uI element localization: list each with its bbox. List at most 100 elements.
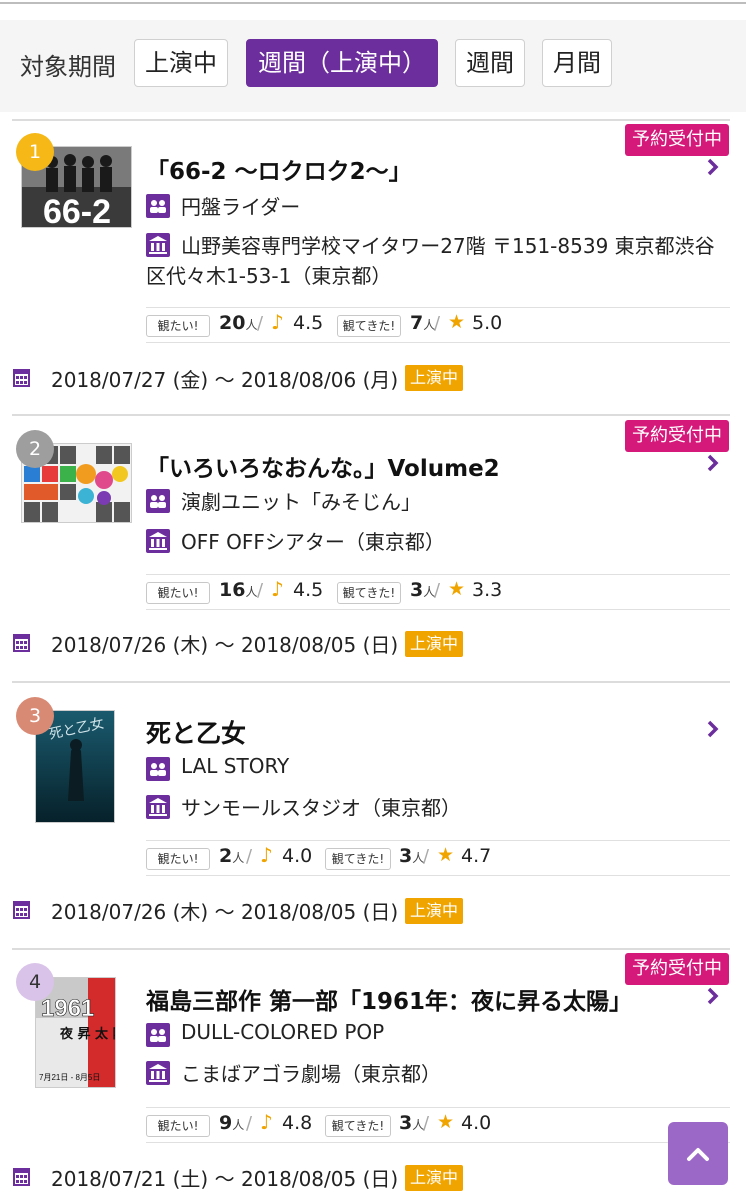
filter-label: 対象期間 xyxy=(20,53,116,81)
rating-stats: 観たい! 16人 / ♪ 4.5 観てきた! 3人 / ★ 3.3 xyxy=(146,574,730,610)
date-row: 2018/07/26 (木) 〜 2018/08/05 (日) 上演中 xyxy=(0,895,746,925)
seen-score: 4.7 xyxy=(461,845,492,867)
date-row: 2018/07/26 (木) 〜 2018/08/05 (日) 上演中 xyxy=(0,628,746,658)
seen-score: 3.3 xyxy=(472,579,503,601)
venue-name[interactable]: OFF OFFシアター（東京都） xyxy=(181,526,445,555)
reservation-badge: 予約受付中 xyxy=(625,953,729,985)
chevron-right-icon[interactable] xyxy=(703,155,723,179)
thumbnail-text: 66-2 xyxy=(43,193,111,228)
rank-badge-2: 2 xyxy=(16,430,54,468)
want-score: 4.8 xyxy=(282,1112,313,1134)
music-note-icon: ♪ xyxy=(271,577,284,601)
seen-count: 3人 xyxy=(399,845,425,867)
chevron-right-icon[interactable] xyxy=(703,717,723,741)
music-note-icon: ♪ xyxy=(260,1110,273,1134)
theater-icon xyxy=(146,795,170,819)
date-row: 2018/07/27 (金) 〜 2018/08/06 (月) 上演中 xyxy=(0,363,746,393)
seen-it-tag[interactable]: 観てきた! xyxy=(337,315,401,337)
run-dates: 2018/07/26 (木) 〜 2018/08/05 (日) xyxy=(51,900,399,924)
event-divider xyxy=(12,681,730,683)
star-icon: ★ xyxy=(448,311,466,333)
event-divider xyxy=(12,414,730,416)
status-badge: 上演中 xyxy=(405,631,463,657)
seen-count: 3人 xyxy=(410,579,436,601)
chevron-right-icon[interactable] xyxy=(703,451,723,475)
group-icon xyxy=(146,489,170,513)
star-icon: ★ xyxy=(437,844,455,866)
filter-option-monthly[interactable]: 月間 xyxy=(542,39,612,87)
star-icon: ★ xyxy=(448,578,466,600)
company-name[interactable]: LAL STORY xyxy=(181,754,289,778)
company-name[interactable]: 演劇ユニット「みそじん」 xyxy=(181,486,421,515)
want-to-see-tag[interactable]: 観たい! xyxy=(146,848,210,870)
event-title[interactable]: 「66-2 〜ロクロク2〜」 xyxy=(146,152,412,186)
want-to-see-tag[interactable]: 観たい! xyxy=(146,315,210,337)
venue-name-continued[interactable]: 区代々木1-53-1（東京都） xyxy=(146,260,391,289)
seen-it-tag[interactable]: 観てきた! xyxy=(325,848,391,870)
filter-option-weekly-now-showing[interactable]: 週間（上演中） xyxy=(246,39,438,87)
want-count: 2人 xyxy=(219,845,245,867)
venue-name[interactable]: サンモールスタジオ（東京都） xyxy=(181,792,461,821)
calendar-icon xyxy=(13,1168,30,1186)
rating-stats: 観たい! 9人 / ♪ 4.8 観てきた! 3人 / ★ 4.0 xyxy=(146,1107,730,1143)
venue-name[interactable]: 山野美容専門学校マイタワー27階 〒151-8539 東京都渋谷 xyxy=(181,230,715,259)
want-to-see-tag[interactable]: 観たい! xyxy=(146,582,210,604)
run-dates: 2018/07/21 (土) 〜 2018/08/05 (日) xyxy=(51,1167,399,1191)
calendar-icon xyxy=(13,634,30,652)
run-dates: 2018/07/26 (木) 〜 2018/08/05 (日) xyxy=(51,633,399,657)
event-title[interactable]: 「いろいろなおんな。」Volume2 xyxy=(146,449,500,483)
want-score: 4.5 xyxy=(293,579,324,601)
status-badge: 上演中 xyxy=(405,365,463,391)
filter-option-now-showing[interactable]: 上演中 xyxy=(134,39,228,87)
status-badge: 上演中 xyxy=(405,1165,463,1191)
music-note-icon: ♪ xyxy=(271,310,284,334)
rank-badge-3: 3 xyxy=(16,697,54,735)
seen-it-tag[interactable]: 観てきた! xyxy=(337,582,401,604)
status-badge: 上演中 xyxy=(405,898,463,924)
theater-icon xyxy=(146,529,170,553)
rank-badge-4: 4 xyxy=(16,963,54,1001)
company-name[interactable]: DULL-COLORED POP xyxy=(181,1020,384,1044)
reservation-badge: 予約受付中 xyxy=(625,124,729,156)
top-divider xyxy=(0,0,746,4)
calendar-icon xyxy=(13,369,30,387)
venue-name[interactable]: こまばアゴラ劇場（東京都） xyxy=(181,1058,441,1087)
chevron-right-icon[interactable] xyxy=(703,984,723,1008)
star-icon: ★ xyxy=(437,1111,455,1133)
event-divider xyxy=(12,119,730,121)
thumbnail-text-3: 7月21日 - 8月5日 xyxy=(39,1073,100,1082)
calendar-icon xyxy=(13,901,30,919)
date-row: 2018/07/21 (土) 〜 2018/08/05 (日) 上演中 xyxy=(0,1162,746,1192)
rank-badge-1: 1 xyxy=(16,133,54,171)
seen-score: 5.0 xyxy=(472,312,503,334)
thumbnail-text: 1961 xyxy=(41,995,94,1022)
chevron-up-icon xyxy=(687,1148,709,1161)
music-note-icon: ♪ xyxy=(260,843,273,867)
company-name[interactable]: 円盤ライダー xyxy=(181,191,300,220)
want-score: 4.0 xyxy=(282,845,313,867)
group-icon xyxy=(146,757,170,781)
event-title[interactable]: 死と乙女 xyxy=(146,714,246,750)
rating-stats: 観たい! 2人 / ♪ 4.0 観てきた! 3人 / ★ 4.7 xyxy=(146,840,730,876)
reservation-badge: 予約受付中 xyxy=(625,420,729,452)
rating-stats: 観たい! 20人 / ♪ 4.5 観てきた! 7人 / ★ 5.0 xyxy=(146,307,730,343)
filter-option-weekly[interactable]: 週間 xyxy=(455,39,525,87)
want-count: 20人 xyxy=(219,312,258,334)
seen-it-tag[interactable]: 観てきた! xyxy=(325,1115,391,1137)
period-filter-bar: 対象期間 上演中 週間（上演中） 週間 月間 xyxy=(0,20,746,112)
back-to-top-button[interactable] xyxy=(668,1122,728,1185)
want-to-see-tag[interactable]: 観たい! xyxy=(146,1115,210,1137)
run-dates: 2018/07/27 (金) 〜 2018/08/06 (月) xyxy=(51,368,399,392)
want-score: 4.5 xyxy=(293,312,324,334)
want-count: 9人 xyxy=(219,1112,245,1134)
thumbnail-text-2: 夜 昇 太 陽 xyxy=(59,1026,116,1042)
theater-icon xyxy=(146,1061,170,1085)
event-title[interactable]: 福島三部作 第一部「1961年：夜に昇る太陽」 xyxy=(146,982,632,1016)
event-divider xyxy=(12,948,730,950)
seen-count: 7人 xyxy=(410,312,436,334)
seen-count: 3人 xyxy=(399,1112,425,1134)
group-icon xyxy=(146,1023,170,1047)
group-icon xyxy=(146,194,170,218)
want-count: 16人 xyxy=(219,579,258,601)
seen-score: 4.0 xyxy=(461,1112,492,1134)
